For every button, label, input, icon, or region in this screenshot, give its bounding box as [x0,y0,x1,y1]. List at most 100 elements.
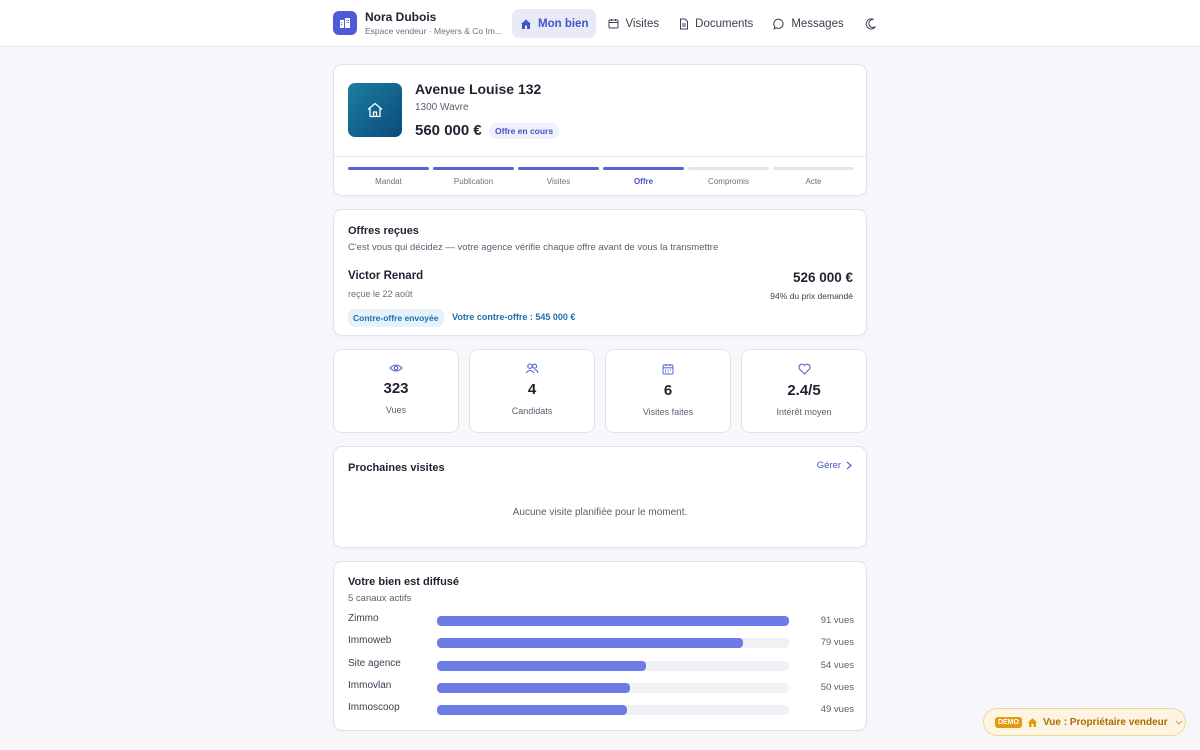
channels-card: Votre bien est diffusé 5 canaux actifs Z… [333,561,867,731]
manage-label: Gérer [816,460,841,471]
channel-bar-fill [437,616,789,626]
channel-name: Immoweb [348,635,392,647]
stat-label: Candidats [511,406,553,416]
channel-views: 49 vues [820,704,854,716]
step-mandat: Mandat [348,167,429,186]
step-compromis: Compromis [688,167,769,186]
channel-name: Zimmo [348,613,379,624]
step-bar [773,167,854,170]
stat-label: Intérêt moyen [776,407,832,417]
chevron-down-icon [1175,720,1183,725]
step-label: Offre [633,177,654,186]
channels-title: Votre bien est diffusé [348,576,460,588]
top-bar: Nora Dubois Espace vendeur · Meyers & Co… [0,0,1200,47]
demo-tag: DÉMO [995,716,1022,728]
step-bar [688,167,769,170]
nav-messages[interactable]: Messages [765,9,851,38]
channel-name: Immoscoop [348,702,400,714]
channel-row: Zimmo 91 vues [348,613,854,627]
channel-bar-fill [437,682,631,693]
home-icon [521,19,531,29]
main-nav: Mon bien Visites Documents Messages [512,9,882,38]
nav-documents[interactable]: Documents [671,9,761,38]
stat-value: 4 [527,381,537,398]
channel-bar-track [437,638,789,649]
stat-views: 323 Vues [333,349,459,433]
home-icon [1027,717,1038,727]
moon-icon [865,17,876,29]
step-label: Acte [805,177,822,186]
chevron-right-icon [846,461,852,470]
stat-value: 323 [383,380,409,397]
step-label: Visites [546,177,571,186]
calendar-icon [608,19,619,29]
property-card: Avenue Louise 132 1300 Wavre 560 000 € O… [333,64,867,196]
channel-bar-track [437,660,789,671]
nav-mon-bien[interactable]: Mon bien [512,9,597,38]
nav-visites[interactable]: Visites [600,9,667,38]
offers-card: Offres reçues C'est vous qui décidez — v… [333,209,867,336]
property-title: Avenue Louise 132 [415,81,542,97]
demo-view-switcher[interactable]: DÉMO Vue : Propriétaire vendeur [983,708,1186,736]
users-icon [525,363,539,374]
channel-bar-track [437,705,789,716]
divider [334,156,866,157]
step-label: Mandat [375,177,402,186]
step-offre: Offre [603,167,684,186]
eye-icon [389,364,403,372]
manage-visits-link[interactable]: Gérer [817,460,852,471]
offers-subtitle: C'est vous qui décidez — votre agence vé… [348,242,719,253]
channel-bar-fill [437,638,743,649]
brand: Nora Dubois Espace vendeur · Meyers & Co… [333,11,502,36]
channel-row: Site agence 54 vues [348,658,854,672]
channel-row: Immoweb 79 vues [348,635,854,649]
step-bar [603,167,684,170]
channel-views: 54 vues [820,659,854,671]
nav-label: Mon bien [538,17,589,30]
nav-label: Documents [695,17,754,30]
channel-views: 79 vues [820,637,854,649]
property-thumbnail [348,83,402,137]
status-badge: Offre en cours [489,123,560,139]
home-icon [367,102,383,118]
step-bar [433,167,514,170]
demo-view-label: Vue : Propriétaire vendeur [1043,716,1168,728]
visits-title: Prochaines visites [348,462,445,474]
stat-value: 2.4/5 [787,382,821,399]
counter-offer-chip: Contre-offre envoyée [348,309,444,327]
step-publication: Publication [433,167,514,186]
user-subtitle: Espace vendeur · Meyers & Co Im... [365,26,502,36]
theme-toggle-button[interactable] [860,9,882,38]
step-label: Compromis [708,177,749,186]
step-bar [348,167,429,170]
visits-card: Prochaines visites Gérer Aucune visite p… [333,446,867,548]
channel-name: Site agence [348,657,401,669]
offer-amount: 526 000 € [792,270,853,285]
step-visites: Visites [518,167,599,186]
calendar-icon [662,364,674,375]
buyer-name: Victor Renard [348,270,424,282]
counter-offer-text: Votre contre-offre : 545 000 € [452,312,576,322]
nav-label: Messages [791,17,844,30]
stat-visits-done: 6 Visites faites [605,349,731,433]
stat-value: 6 [663,382,673,399]
offers-title: Offres reçues [348,225,419,237]
property-city: 1300 Wavre [415,102,469,113]
channel-views: 50 vues [820,681,854,693]
nav-label: Visites [625,17,660,30]
channel-views: 91 vues [820,615,854,626]
document-icon [680,18,689,29]
step-acte: Acte [773,167,854,186]
stat-label: Visites faites [642,407,694,417]
channel-row: Immoscoop 49 vues [348,702,854,716]
heart-icon [797,363,811,375]
step-label: Publication [453,177,494,186]
building-icon [333,11,357,36]
empty-visits-message: Aucune visite planifiée pour le moment. [512,507,688,518]
channel-bar-track [437,616,789,626]
channel-row: Immovlan 50 vues [348,680,854,694]
message-icon [773,18,784,30]
stat-interest: 2.4/5 Intérêt moyen [741,349,867,433]
offer-date: reçue le 22 août [348,289,413,299]
offer-percent: 94% du prix demandé [770,291,853,301]
